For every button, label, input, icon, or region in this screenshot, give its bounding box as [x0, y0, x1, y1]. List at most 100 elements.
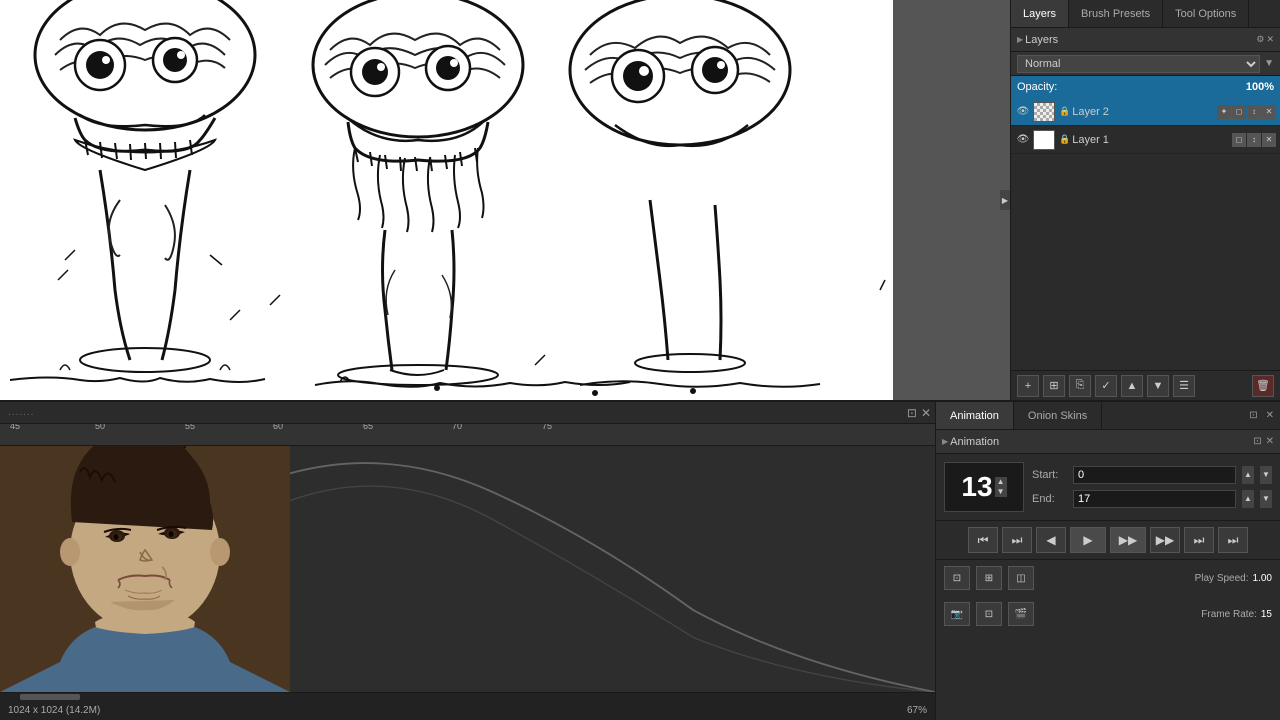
canvas-drawing[interactable]	[0, 0, 893, 400]
frame-rate-label: Frame Rate:	[1201, 609, 1257, 620]
last-frame-btn[interactable]: ⏭	[1218, 527, 1248, 553]
camera-btn[interactable]: 📷	[944, 602, 970, 626]
layer-action-group: ✦ ◻ ↕ ✕	[1217, 105, 1276, 119]
anim-expand-icon[interactable]: ▶	[942, 437, 948, 446]
start-increment-btn[interactable]: ▲	[1242, 466, 1254, 484]
end-decrement-btn[interactable]: ▼	[1260, 490, 1272, 508]
prev-frame-btn[interactable]: ◀	[1036, 527, 1066, 553]
anim-settings-close-btn[interactable]: ✕	[1266, 436, 1274, 447]
animation-panel: Animation Onion Skins ⊡ ✕ ▶ Animation ⊡ …	[935, 402, 1280, 720]
layer-toolbar: + ⊞ ⎘ ✓ ▲ ▼ ☰ 🗑	[1011, 370, 1280, 400]
layer-action-btn-3[interactable]: ↕	[1247, 105, 1261, 119]
layer-name: Layer 1	[1072, 134, 1232, 146]
layer-action-btn-1[interactable]: ✦	[1217, 105, 1231, 119]
export-anim-btn[interactable]: ⊡	[976, 602, 1002, 626]
anim-header: ▶ Animation ⊡ ✕	[936, 430, 1280, 454]
play-loop-btn[interactable]: ▶▶	[1110, 527, 1146, 553]
layer-check-btn[interactable]: ✓	[1095, 375, 1117, 397]
play-speed-label: Play Speed:	[1195, 573, 1249, 584]
opacity-value: 100%	[1246, 81, 1274, 93]
first-frame-btn[interactable]: ⏮	[968, 527, 998, 553]
layer-action-btn-4[interactable]: ✕	[1262, 105, 1276, 119]
end-label: End:	[1032, 493, 1067, 505]
filter-icon[interactable]: ▼	[1264, 58, 1274, 69]
layer-row[interactable]: 👁 🔒 Layer 1 ◻ ↕ ✕	[1011, 126, 1280, 154]
layers-header-controls: ⚙ ✕	[1256, 34, 1274, 45]
tab-onion-skins[interactable]: Onion Skins	[1014, 402, 1102, 429]
opacity-row[interactable]: Opacity: 100%	[1011, 76, 1280, 98]
ruler-mark-75: 75	[542, 424, 552, 431]
onion-skin-btn[interactable]: ◫	[1008, 566, 1034, 590]
timeline-scroll-thumb[interactable]	[20, 694, 80, 700]
timeline-scrollbar[interactable]	[0, 692, 935, 700]
layer-row[interactable]: 👁 🔒 Layer 2 ✦ ◻ ↕ ✕	[1011, 98, 1280, 126]
layers-settings-icon[interactable]: ⚙	[1256, 34, 1264, 45]
drawing-svg	[0, 0, 893, 400]
tab-brush-presets[interactable]: Brush Presets	[1069, 0, 1163, 27]
ruler-mark-45: 45	[10, 424, 20, 431]
blend-mode-select[interactable]: Normal	[1017, 55, 1260, 73]
ruler-mark-65: 65	[363, 424, 373, 431]
frame-increment-btn[interactable]: ▲	[995, 477, 1007, 487]
layers-panel-header: ▶ Layers ⚙ ✕	[1011, 28, 1280, 52]
end-input[interactable]	[1073, 490, 1236, 508]
layer-down-btn[interactable]: ▼	[1147, 375, 1169, 397]
status-bar: 1024 x 1024 (14.2M) 67%	[0, 700, 935, 720]
layer-action-btn-3[interactable]: ✕	[1262, 133, 1276, 147]
extra-controls-1: ⊡ ⊞ ◫ Play Speed: 1.00	[936, 560, 1280, 596]
layer-thumbnail	[1033, 102, 1055, 122]
current-frame-display: 13	[961, 471, 992, 503]
end-row: End: ▲ ▼	[1032, 490, 1272, 508]
layer-action-btn-2[interactable]: ◻	[1232, 105, 1246, 119]
start-input[interactable]	[1073, 466, 1236, 484]
timeline-close-btn[interactable]: ✕	[921, 406, 931, 420]
loop-range-btn[interactable]: ⊞	[976, 566, 1002, 590]
extra-controls-2: 📷 ⊡ 🎬 Frame Rate: 15	[936, 596, 1280, 632]
anim-settings-expand-btn[interactable]: ⊡	[1253, 436, 1261, 447]
reference-image	[0, 446, 290, 692]
layers-close-icon[interactable]: ✕	[1266, 34, 1274, 45]
layer-copy-btn[interactable]: ⎘	[1069, 375, 1091, 397]
layer-lock-icon[interactable]: 🔒	[1059, 106, 1070, 117]
tab-animation[interactable]: Animation	[936, 402, 1014, 429]
layer-visibility-toggle[interactable]: 👁	[1015, 132, 1031, 148]
tab-layers[interactable]: Layers	[1011, 0, 1069, 27]
timeline-ruler: 45 50 55 60 65 70 75	[0, 424, 935, 446]
right-panel: Layers Brush Presets Tool Options ▶ Laye…	[1010, 0, 1280, 400]
layer-action-btn-1[interactable]: ◻	[1232, 133, 1246, 147]
anim-panel-close-btn[interactable]: ✕	[1266, 410, 1274, 421]
export-frames-btn[interactable]: 🎬	[1008, 602, 1034, 626]
anim-controls-grid: 13 ▲ ▼ Start: ▲ ▼ End: ▲ ▼	[936, 454, 1280, 520]
layer-visibility-toggle[interactable]: 👁	[1015, 104, 1031, 120]
canvas-scroll-right[interactable]: ▶	[1000, 190, 1010, 210]
anim-panel-expand-btn[interactable]: ⊡	[1249, 410, 1257, 421]
tab-tool-options[interactable]: Tool Options	[1163, 0, 1249, 27]
layer-settings-btn[interactable]: ☰	[1173, 375, 1195, 397]
layers-expand-icon[interactable]: ▶	[1017, 35, 1023, 44]
play-btn[interactable]: ▶	[1070, 527, 1106, 553]
layer-thumbnail	[1033, 130, 1055, 150]
next-keyframe-btn[interactable]: ⏭	[1184, 527, 1214, 553]
play-speed-value: 1.00	[1253, 573, 1272, 584]
play-speed-row: Play Speed: 1.00	[1195, 573, 1272, 584]
frame-decrement-btn[interactable]: ▼	[995, 487, 1007, 497]
canvas-dimensions: 1024 x 1024 (14.2M)	[8, 705, 100, 716]
frame-spinner: ▲ ▼	[995, 477, 1007, 497]
layer-tab-bar: Layers Brush Presets Tool Options	[1011, 0, 1280, 28]
start-decrement-btn[interactable]: ▼	[1260, 466, 1272, 484]
end-increment-btn[interactable]: ▲	[1242, 490, 1254, 508]
anim-header-label: Animation	[950, 436, 1253, 448]
timeline-header: ....... ⊡ ✕	[0, 402, 935, 424]
timeline-dots: .......	[4, 407, 38, 418]
delete-layer-btn[interactable]: 🗑	[1252, 375, 1274, 397]
canvas-area: ▶	[0, 0, 1010, 400]
prev-keyframe-btn[interactable]: ⏭	[1002, 527, 1032, 553]
layer-lock-icon[interactable]: 🔒	[1059, 134, 1070, 145]
layer-btn-2[interactable]: ⊞	[1043, 375, 1065, 397]
layer-action-btn-2[interactable]: ↕	[1247, 133, 1261, 147]
timeline-expand-btn[interactable]: ⊡	[907, 406, 917, 420]
next-frame-btn[interactable]: ▶▶	[1150, 527, 1180, 553]
layer-up-btn[interactable]: ▲	[1121, 375, 1143, 397]
add-layer-btn[interactable]: +	[1017, 375, 1039, 397]
loop-btn[interactable]: ⊡	[944, 566, 970, 590]
